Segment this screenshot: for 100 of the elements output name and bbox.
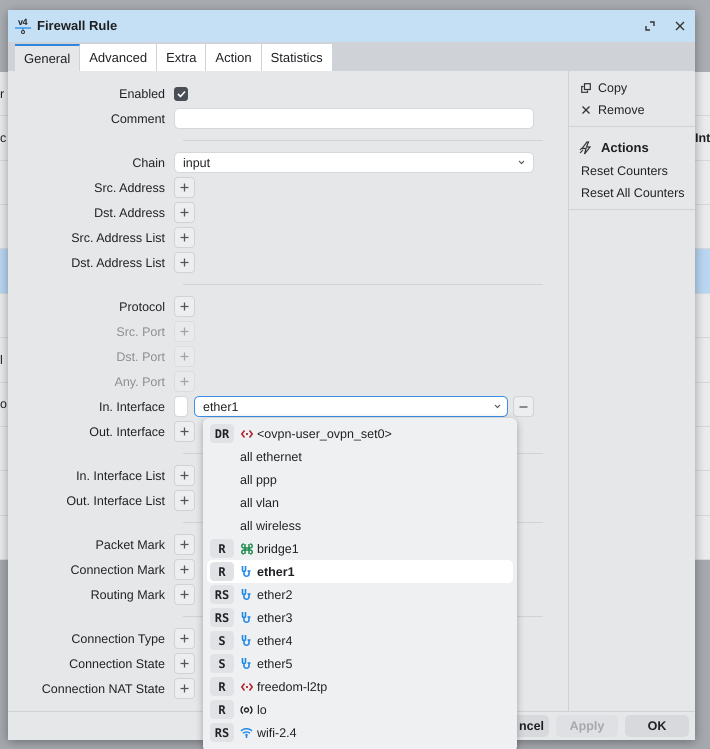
field-label: Chain (131, 156, 166, 170)
remove-item[interactable]: Remove (569, 99, 695, 122)
add-button[interactable] (174, 227, 195, 248)
dropdown-item[interactable]: all ethernet (207, 445, 513, 468)
status-badge: DR (210, 424, 234, 443)
add-button[interactable] (174, 653, 195, 674)
ethernet-icon (241, 657, 252, 670)
lightning-icon (579, 140, 593, 155)
status-badge: R (210, 700, 234, 719)
add-button[interactable] (174, 252, 195, 274)
dropdown-item[interactable]: R bridge1 (207, 537, 513, 560)
table-cell[interactable]: o (0, 382, 8, 426)
tab[interactable]: Extra (157, 44, 206, 72)
minus-icon (519, 406, 528, 408)
dropdown-item[interactable]: RS wifi-2.4 (207, 721, 513, 744)
invert-toggle[interactable] (174, 396, 188, 418)
dropdown-item[interactable]: all ppp (207, 468, 513, 491)
tab[interactable]: Statistics (262, 44, 333, 72)
input-field[interactable] (174, 108, 534, 130)
field-label: Dst. Port (115, 350, 166, 364)
wifi-icon (240, 727, 253, 738)
dropdown-item[interactable]: RS ether3 (207, 606, 513, 629)
tab[interactable]: General (15, 44, 80, 72)
tab[interactable]: Advanced (80, 44, 158, 72)
dropdown-item[interactable]: R ether1 (207, 560, 513, 583)
add-button[interactable] (174, 421, 195, 442)
select-field[interactable]: input (174, 152, 534, 174)
ethernet-icon (241, 588, 252, 601)
tab[interactable]: Action (206, 44, 262, 72)
field-label: Dst. Address List (70, 256, 166, 270)
status-badge: S (210, 631, 234, 650)
section-title: Actions (601, 140, 649, 156)
dropdown-item[interactable]: RS ether2 (207, 583, 513, 606)
status-badge: R (210, 562, 234, 581)
dropdown-item[interactable]: all wireless (207, 514, 513, 537)
menu-item[interactable]: Reset Counters (569, 160, 695, 182)
bridge-icon (240, 542, 252, 554)
plus-icon (180, 352, 189, 362)
ok-button[interactable]: OK (625, 715, 689, 738)
dropdown-item[interactable]: all vlan (207, 491, 513, 514)
add-button[interactable] (174, 534, 195, 556)
add-button[interactable] (174, 296, 195, 318)
maximize-button[interactable] (643, 18, 657, 33)
field-label: Connection Type (70, 632, 166, 646)
plus-icon (180, 208, 189, 218)
table-cell[interactable]: c (0, 116, 8, 160)
dropdown-item[interactable]: R freedom-l2tp (207, 675, 513, 698)
plus-icon (180, 427, 189, 436)
table-cell[interactable] (695, 249, 710, 293)
column-header: Int (695, 130, 710, 148)
table-cell[interactable]: l (0, 338, 8, 382)
add-button[interactable] (174, 628, 195, 650)
field-label: Connection State (68, 656, 166, 671)
loopback-icon (240, 704, 253, 714)
chevron-down-icon (518, 160, 525, 166)
table-cell[interactable]: r (0, 72, 8, 116)
field-label: Comment (110, 112, 166, 126)
add-button[interactable] (174, 678, 195, 700)
field-label: Dst. Address (93, 206, 166, 220)
ethernet-icon (241, 611, 252, 624)
field-label: Protocol (118, 300, 166, 314)
add-button[interactable] (174, 584, 195, 606)
plus-icon (180, 183, 189, 192)
checkbox[interactable] (174, 86, 188, 101)
field-label: In. Interface (98, 400, 166, 414)
checkmark-icon (176, 90, 186, 98)
dropdown-item[interactable]: S ether5 (207, 652, 513, 675)
add-button[interactable] (174, 559, 195, 580)
status-badge: R (210, 677, 234, 696)
status-badge: R (210, 539, 234, 558)
dropdown-item[interactable]: R lo (207, 698, 513, 721)
close-icon (675, 20, 685, 31)
field-label: Out. Interface (88, 424, 166, 439)
tunnel-icon (240, 428, 252, 438)
field-label: Out. Interface List (65, 494, 166, 508)
plus-icon (180, 540, 189, 550)
dropdown-item[interactable]: S ether4 (207, 629, 513, 652)
dropdown-item[interactable]: DR <ovpn-user_ovpn_set0> (207, 422, 513, 445)
field-label: In. Interface List (75, 468, 166, 483)
add-button[interactable] (174, 490, 195, 512)
field-label: Any. Port (114, 374, 166, 389)
plus-icon (180, 684, 189, 694)
field-label: Src. Address List (70, 230, 166, 245)
menu-item[interactable]: Reset All Counters (569, 182, 695, 204)
close-button[interactable] (673, 18, 687, 33)
interface-select[interactable]: ether1 (194, 396, 508, 418)
add-button[interactable] (174, 177, 195, 198)
cancel-button[interactable]: ncel (516, 715, 549, 738)
add-button[interactable] (174, 465, 195, 486)
status-badge: RS (210, 608, 234, 627)
copy-item[interactable]: Copy (569, 77, 695, 100)
table-cell[interactable] (0, 249, 8, 293)
field-label: Connection NAT State (40, 682, 166, 696)
plus-icon (180, 327, 189, 336)
plus-icon (180, 233, 189, 242)
copy-icon (581, 83, 591, 94)
window-title: Firewall Rule (37, 18, 118, 34)
add-button[interactable] (174, 202, 195, 224)
maximize-icon (645, 20, 655, 31)
tunnel-icon (240, 682, 252, 692)
